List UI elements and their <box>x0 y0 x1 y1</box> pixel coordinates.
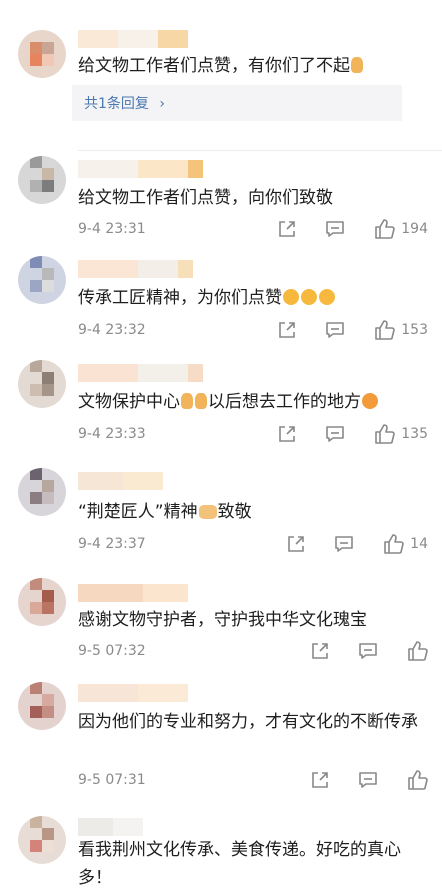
comment-time: 9-5 07:32 <box>78 643 146 659</box>
crying-face-emoji <box>301 289 317 305</box>
like-button[interactable] <box>406 769 428 791</box>
share-button[interactable] <box>286 534 306 554</box>
like-button[interactable] <box>406 640 428 662</box>
like-count: 194 <box>401 221 428 237</box>
like-count: 153 <box>401 322 428 338</box>
comment-text: 文物保护中心 以后想去工作的地方 <box>78 388 422 416</box>
share-button[interactable] <box>277 320 297 340</box>
avatar[interactable] <box>18 360 66 408</box>
comment-item-1: 给文物工作者们点赞，有你们了不起 共1条回复 › <box>0 0 442 151</box>
comment-item-3: 传承工匠精神，为你们点赞 9-4 23:32 153 <box>0 250 442 354</box>
username-blurred[interactable] <box>78 364 203 382</box>
share-icon <box>288 536 304 552</box>
comment-item-7: 因为他们的专业和努力，才有文化的不断传承 9-5 07:31 <box>0 672 442 804</box>
comment-actions: 153 <box>249 318 428 342</box>
comment-button[interactable] <box>358 641 378 661</box>
like-button[interactable]: 135 <box>373 423 428 445</box>
like-button[interactable]: 153 <box>373 319 428 341</box>
comment-text: 感谢文物守护者，守护我中华文化瑰宝 <box>78 610 367 630</box>
share-icon <box>279 426 296 442</box>
username-blurred[interactable] <box>78 30 188 48</box>
share-button[interactable] <box>310 770 330 790</box>
comment-icon <box>326 426 345 442</box>
avatar[interactable] <box>18 578 66 626</box>
comment-text: 看我荆州文化传承、美食传递。好吃的真心多！ <box>78 840 401 888</box>
comment-item-5: “荆楚匠人”精神 致敬 9-4 23:37 14 <box>0 458 442 568</box>
share-icon <box>279 322 296 338</box>
username-blurred[interactable] <box>78 472 163 490</box>
thumbs-up-emoji <box>181 393 193 409</box>
avatar[interactable] <box>18 682 66 730</box>
crying-face-emoji <box>319 289 335 305</box>
reply-count-link[interactable]: 共1条回复 › <box>84 93 165 113</box>
comment-button[interactable] <box>325 219 345 239</box>
tongue-face-emoji <box>362 393 378 409</box>
username-blurred[interactable] <box>78 818 143 836</box>
thumbs-up-icon <box>408 770 428 790</box>
username-blurred[interactable] <box>78 584 188 602</box>
share-icon <box>279 221 296 237</box>
comment-icon <box>359 772 377 788</box>
comment-button[interactable] <box>325 424 345 444</box>
share-button[interactable] <box>277 219 297 239</box>
comment-button[interactable] <box>358 770 378 790</box>
praying-hands-emoji <box>198 505 217 519</box>
thumbs-up-icon <box>375 424 396 444</box>
comment-actions: 135 <box>249 422 428 446</box>
like-button[interactable]: 194 <box>373 218 428 240</box>
username-blurred[interactable] <box>78 684 188 702</box>
like-count: 14 <box>410 536 428 552</box>
comment-text: “荆楚匠人”精神 致敬 <box>78 502 252 522</box>
chevron-right-icon: › <box>159 96 165 112</box>
comment-time: 9-4 23:32 <box>78 322 146 338</box>
comment-actions: 14 <box>258 532 428 556</box>
username-blurred[interactable] <box>78 260 193 278</box>
like-count: 135 <box>401 426 428 442</box>
comment-time: 9-4 23:31 <box>78 221 146 237</box>
comment-item-6: 感谢文物守护者，守护我中华文化瑰宝 9-5 07:32 <box>0 568 442 672</box>
comment-text: 因为他们的专业和努力，才有文化的不断传承 <box>78 712 418 732</box>
crying-face-emoji <box>283 289 299 305</box>
avatar[interactable] <box>18 30 66 78</box>
comment-item-4: 文物保护中心 以后想去工作的地方 9-4 23:33 135 <box>0 354 442 458</box>
share-icon <box>312 772 328 788</box>
comment-button[interactable] <box>334 534 354 554</box>
thumbs-up-icon <box>375 219 396 239</box>
comment-button[interactable] <box>325 320 345 340</box>
comment-text: 给文物工作者们点赞，有你们了不起 <box>78 52 422 80</box>
share-button[interactable] <box>277 424 297 444</box>
share-icon <box>312 643 328 659</box>
comment-icon <box>359 643 377 659</box>
comment-icon <box>326 322 345 338</box>
comment-icon <box>326 221 345 237</box>
comment-time: 9-4 23:37 <box>78 536 146 552</box>
comment-text: 传承工匠精神，为你们点赞 <box>78 284 422 312</box>
comment-item-2: 给文物工作者们点赞，向你们致敬 9-4 23:31 194 <box>0 150 442 250</box>
username-blurred[interactable] <box>78 160 203 178</box>
thumbs-up-emoji <box>195 393 207 409</box>
thumbs-up-icon <box>408 641 428 661</box>
avatar[interactable] <box>18 156 66 204</box>
comment-actions: 194 <box>249 217 428 241</box>
comment-actions <box>282 768 428 792</box>
like-button[interactable]: 14 <box>382 533 428 555</box>
comment-time: 9-4 23:33 <box>78 426 146 442</box>
thumbs-up-icon <box>384 534 404 554</box>
share-button[interactable] <box>310 641 330 661</box>
comment-icon <box>335 536 353 552</box>
thumbs-up-icon <box>375 320 396 340</box>
avatar[interactable] <box>18 256 66 304</box>
avatar[interactable] <box>18 468 66 516</box>
comment-actions <box>282 639 428 663</box>
reply-summary[interactable]: 共1条回复 › <box>72 85 402 121</box>
avatar[interactable] <box>18 816 66 864</box>
thumbs-up-emoji <box>351 57 363 73</box>
comment-time: 9-5 07:31 <box>78 772 146 788</box>
comment-item-8: 看我荆州文化传承、美食传递。好吃的真心多！ <box>0 804 442 894</box>
comment-text: 给文物工作者们点赞，向你们致敬 <box>78 188 333 208</box>
